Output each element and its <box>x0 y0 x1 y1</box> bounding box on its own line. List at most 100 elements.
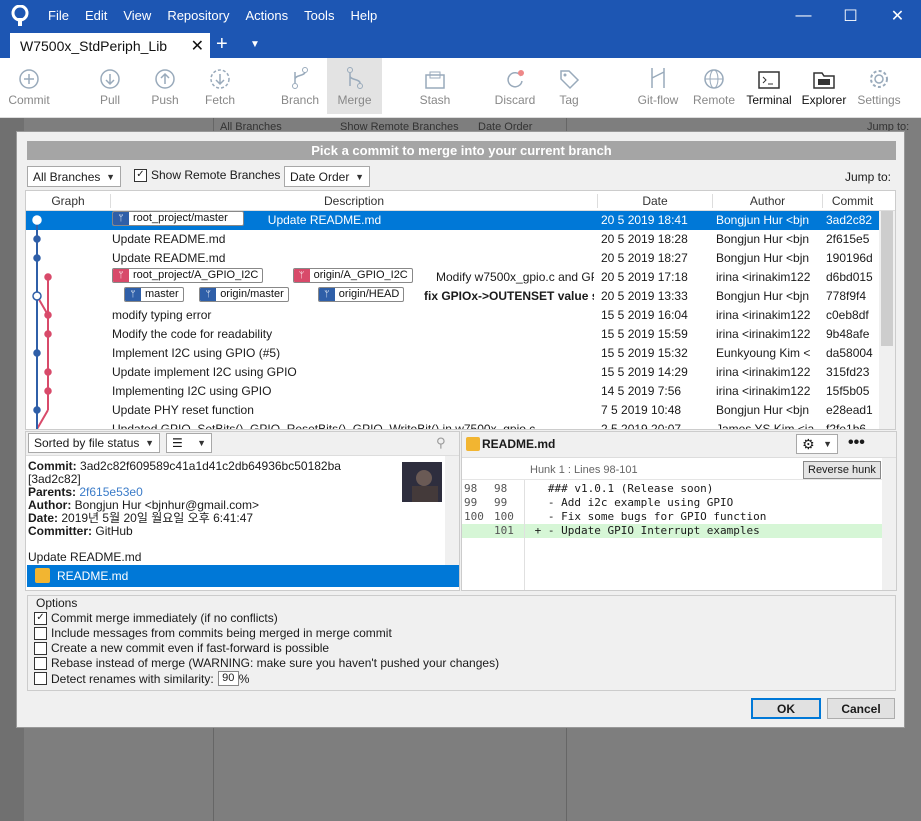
commit-row[interactable]: Implement I2C using GPIO (#5) 15 5 2019 1… <box>26 344 881 363</box>
option-commit-immediately[interactable]: ✓ Commit merge immediately (if no conflic… <box>34 611 278 625</box>
commit-row[interactable]: Update implement I2C using GPIO 15 5 2019… <box>26 363 881 382</box>
checkbox[interactable] <box>34 626 47 640</box>
commit-node <box>33 254 41 262</box>
commit-row[interactable]: Updated GPIO_SetBits(), GPIO_ResetBits()… <box>26 420 881 430</box>
old-line-number: 100 <box>464 510 484 523</box>
file-list-item[interactable]: README.md <box>27 565 459 587</box>
ok-button[interactable]: OK <box>751 698 821 719</box>
title-bar: File Edit View Repository Actions Tools … <box>0 0 921 31</box>
order-select[interactable]: Date Order ▼ <box>284 166 370 187</box>
parent-link[interactable]: 2f615e53e0 <box>79 485 142 499</box>
remote-button[interactable]: Remote <box>691 58 737 114</box>
checkbox[interactable]: ✓ <box>34 611 47 625</box>
diff-text: - Add i2c example using GPIO <box>528 496 734 509</box>
new-tab-icon[interactable]: + <box>216 31 228 58</box>
checkbox[interactable] <box>34 656 47 670</box>
commit-list-scrollbar[interactable] <box>879 211 895 429</box>
menu-actions[interactable]: Actions <box>237 0 296 31</box>
search-icon[interactable]: ⚲ <box>436 435 446 451</box>
commit-hash: 3ad2c82 <box>826 213 873 227</box>
commit-author: James YS Kim <ja <box>716 422 815 430</box>
col-graph[interactable]: Graph <box>26 194 110 208</box>
commit-row[interactable]: ᛘ root_project/master Update README.md 20 5… <box>26 211 881 230</box>
option-detect-renames[interactable]: Detect renames with similarity: 90 % <box>34 671 249 686</box>
detail-scrollbar[interactable] <box>445 456 459 566</box>
close-icon[interactable]: ✕ <box>874 0 921 31</box>
branches-select[interactable]: All Branches ▼ <box>27 166 121 187</box>
col-description[interactable]: Description <box>110 194 597 208</box>
menu-view[interactable]: View <box>115 0 159 31</box>
checkbox[interactable] <box>34 672 47 685</box>
col-date[interactable]: Date <box>597 194 712 208</box>
commit-button[interactable]: Commit <box>4 58 54 114</box>
discard-button[interactable]: Discard <box>492 58 538 114</box>
repo-tab[interactable]: W7500x_StdPeriph_Lib ✕ <box>10 33 210 58</box>
merge-button[interactable]: Merge <box>327 58 382 114</box>
committer-value: GitHub <box>95 524 133 538</box>
diff-text: + - Update GPIO Interrupt examples <box>528 524 760 537</box>
show-remote-checkbox[interactable]: ✓ <box>134 168 147 182</box>
tab-dropdown-icon[interactable]: ▼ <box>250 31 260 58</box>
menu-tools[interactable]: Tools <box>296 0 342 31</box>
commit-author: Bongjun Hur <bjn <box>716 403 810 417</box>
explorer-button[interactable]: Explorer <box>800 58 848 114</box>
menu-bar: File Edit View Repository Actions Tools … <box>40 0 385 31</box>
push-button[interactable]: Push <box>143 58 187 114</box>
commit-date: 20 5 2019 13:33 <box>601 289 688 303</box>
fetch-button[interactable]: Fetch <box>198 58 242 114</box>
terminal-button[interactable]: Terminal <box>743 58 795 114</box>
commit-row[interactable]: Update PHY reset function 7 5 2019 10:48 B… <box>26 401 881 420</box>
diff-options-button[interactable]: ⚙ ▼ <box>796 434 838 454</box>
minimize-icon[interactable]: — <box>780 0 827 31</box>
maximize-icon[interactable]: ☐ <box>827 0 874 31</box>
option-new-commit[interactable]: Create a new commit even if fast-forward… <box>34 641 329 655</box>
commit-row[interactable]: Implementing I2C using GPIO 14 5 2019 7:5… <box>26 382 881 401</box>
commit-description: modify typing error <box>112 308 212 322</box>
col-commit[interactable]: Commit <box>822 194 882 208</box>
commit-description: Update README.md <box>112 232 226 246</box>
menu-help[interactable]: Help <box>342 0 385 31</box>
commit-description: Update README.md <box>112 251 226 265</box>
push-icon <box>154 58 176 90</box>
commit-author: Eunkyoung Kim < <box>716 346 811 360</box>
fetch-icon <box>209 58 231 90</box>
gitflow-button[interactable]: Git-flow <box>634 58 682 114</box>
similarity-input[interactable]: 90 <box>217 671 239 686</box>
commit-row[interactable]: modify typing error 15 5 2019 16:04 irina … <box>26 306 881 325</box>
discard-icon <box>504 58 526 90</box>
commit-message: Update README.md <box>28 550 142 564</box>
commit-description: Update README.md <box>267 213 382 227</box>
commit-row[interactable]: Update README.md 20 5 2019 18:28 Bongjun H… <box>26 230 881 249</box>
pull-button[interactable]: Pull <box>88 58 132 114</box>
diff-scrollbar[interactable] <box>882 458 896 590</box>
tag-button[interactable]: Tag <box>552 58 586 114</box>
commit-row[interactable]: ᛘ root_project/A_GPIO_I2C ᛘ origin/A_GPIO_I… <box>26 268 881 287</box>
commit-hash: e28ead1 <box>826 403 873 417</box>
cancel-button[interactable]: Cancel <box>827 698 895 719</box>
menu-edit[interactable]: Edit <box>77 0 115 31</box>
menu-repository[interactable]: Repository <box>159 0 237 31</box>
branch-button[interactable]: Branch <box>278 58 322 114</box>
checkbox[interactable] <box>34 641 47 655</box>
commit-row[interactable]: Update README.md 20 5 2019 18:27 Bongjun H… <box>26 249 881 268</box>
sort-select[interactable]: Sorted by file status ▼ <box>28 433 160 453</box>
stash-button[interactable]: Stash <box>413 58 457 114</box>
view-mode-select[interactable]: ☰ ▼ <box>166 433 212 453</box>
col-author[interactable]: Author <box>712 194 822 208</box>
commit-date: 15 5 2019 14:29 <box>601 365 688 379</box>
more-icon[interactable]: ••• <box>848 434 865 452</box>
commit-row[interactable]: ᛘ master ᛘ origin/master ᛘ origin/HEAD fix GPI… <box>26 287 881 306</box>
close-tab-icon[interactable]: ✕ <box>191 36 204 56</box>
scrollbar-thumb[interactable] <box>881 211 893 346</box>
reverse-hunk-button[interactable]: Reverse hunk <box>803 461 881 479</box>
option-include-messages[interactable]: Include messages from commits being merg… <box>34 626 392 640</box>
commit-date: 15 5 2019 16:04 <box>601 308 688 322</box>
tag-icon <box>558 58 580 90</box>
menu-file[interactable]: File <box>40 0 77 31</box>
option-rebase[interactable]: Rebase instead of merge (WARNING: make s… <box>34 656 499 670</box>
settings-button[interactable]: Settings <box>855 58 903 114</box>
branch-label: ᛘ origin/master <box>199 287 289 302</box>
show-remote-toggle[interactable]: ✓ Show Remote Branches <box>134 168 280 182</box>
gear-icon: ⚙ <box>802 435 815 452</box>
commit-row[interactable]: Modify the code for readability 15 5 2019… <box>26 325 881 344</box>
